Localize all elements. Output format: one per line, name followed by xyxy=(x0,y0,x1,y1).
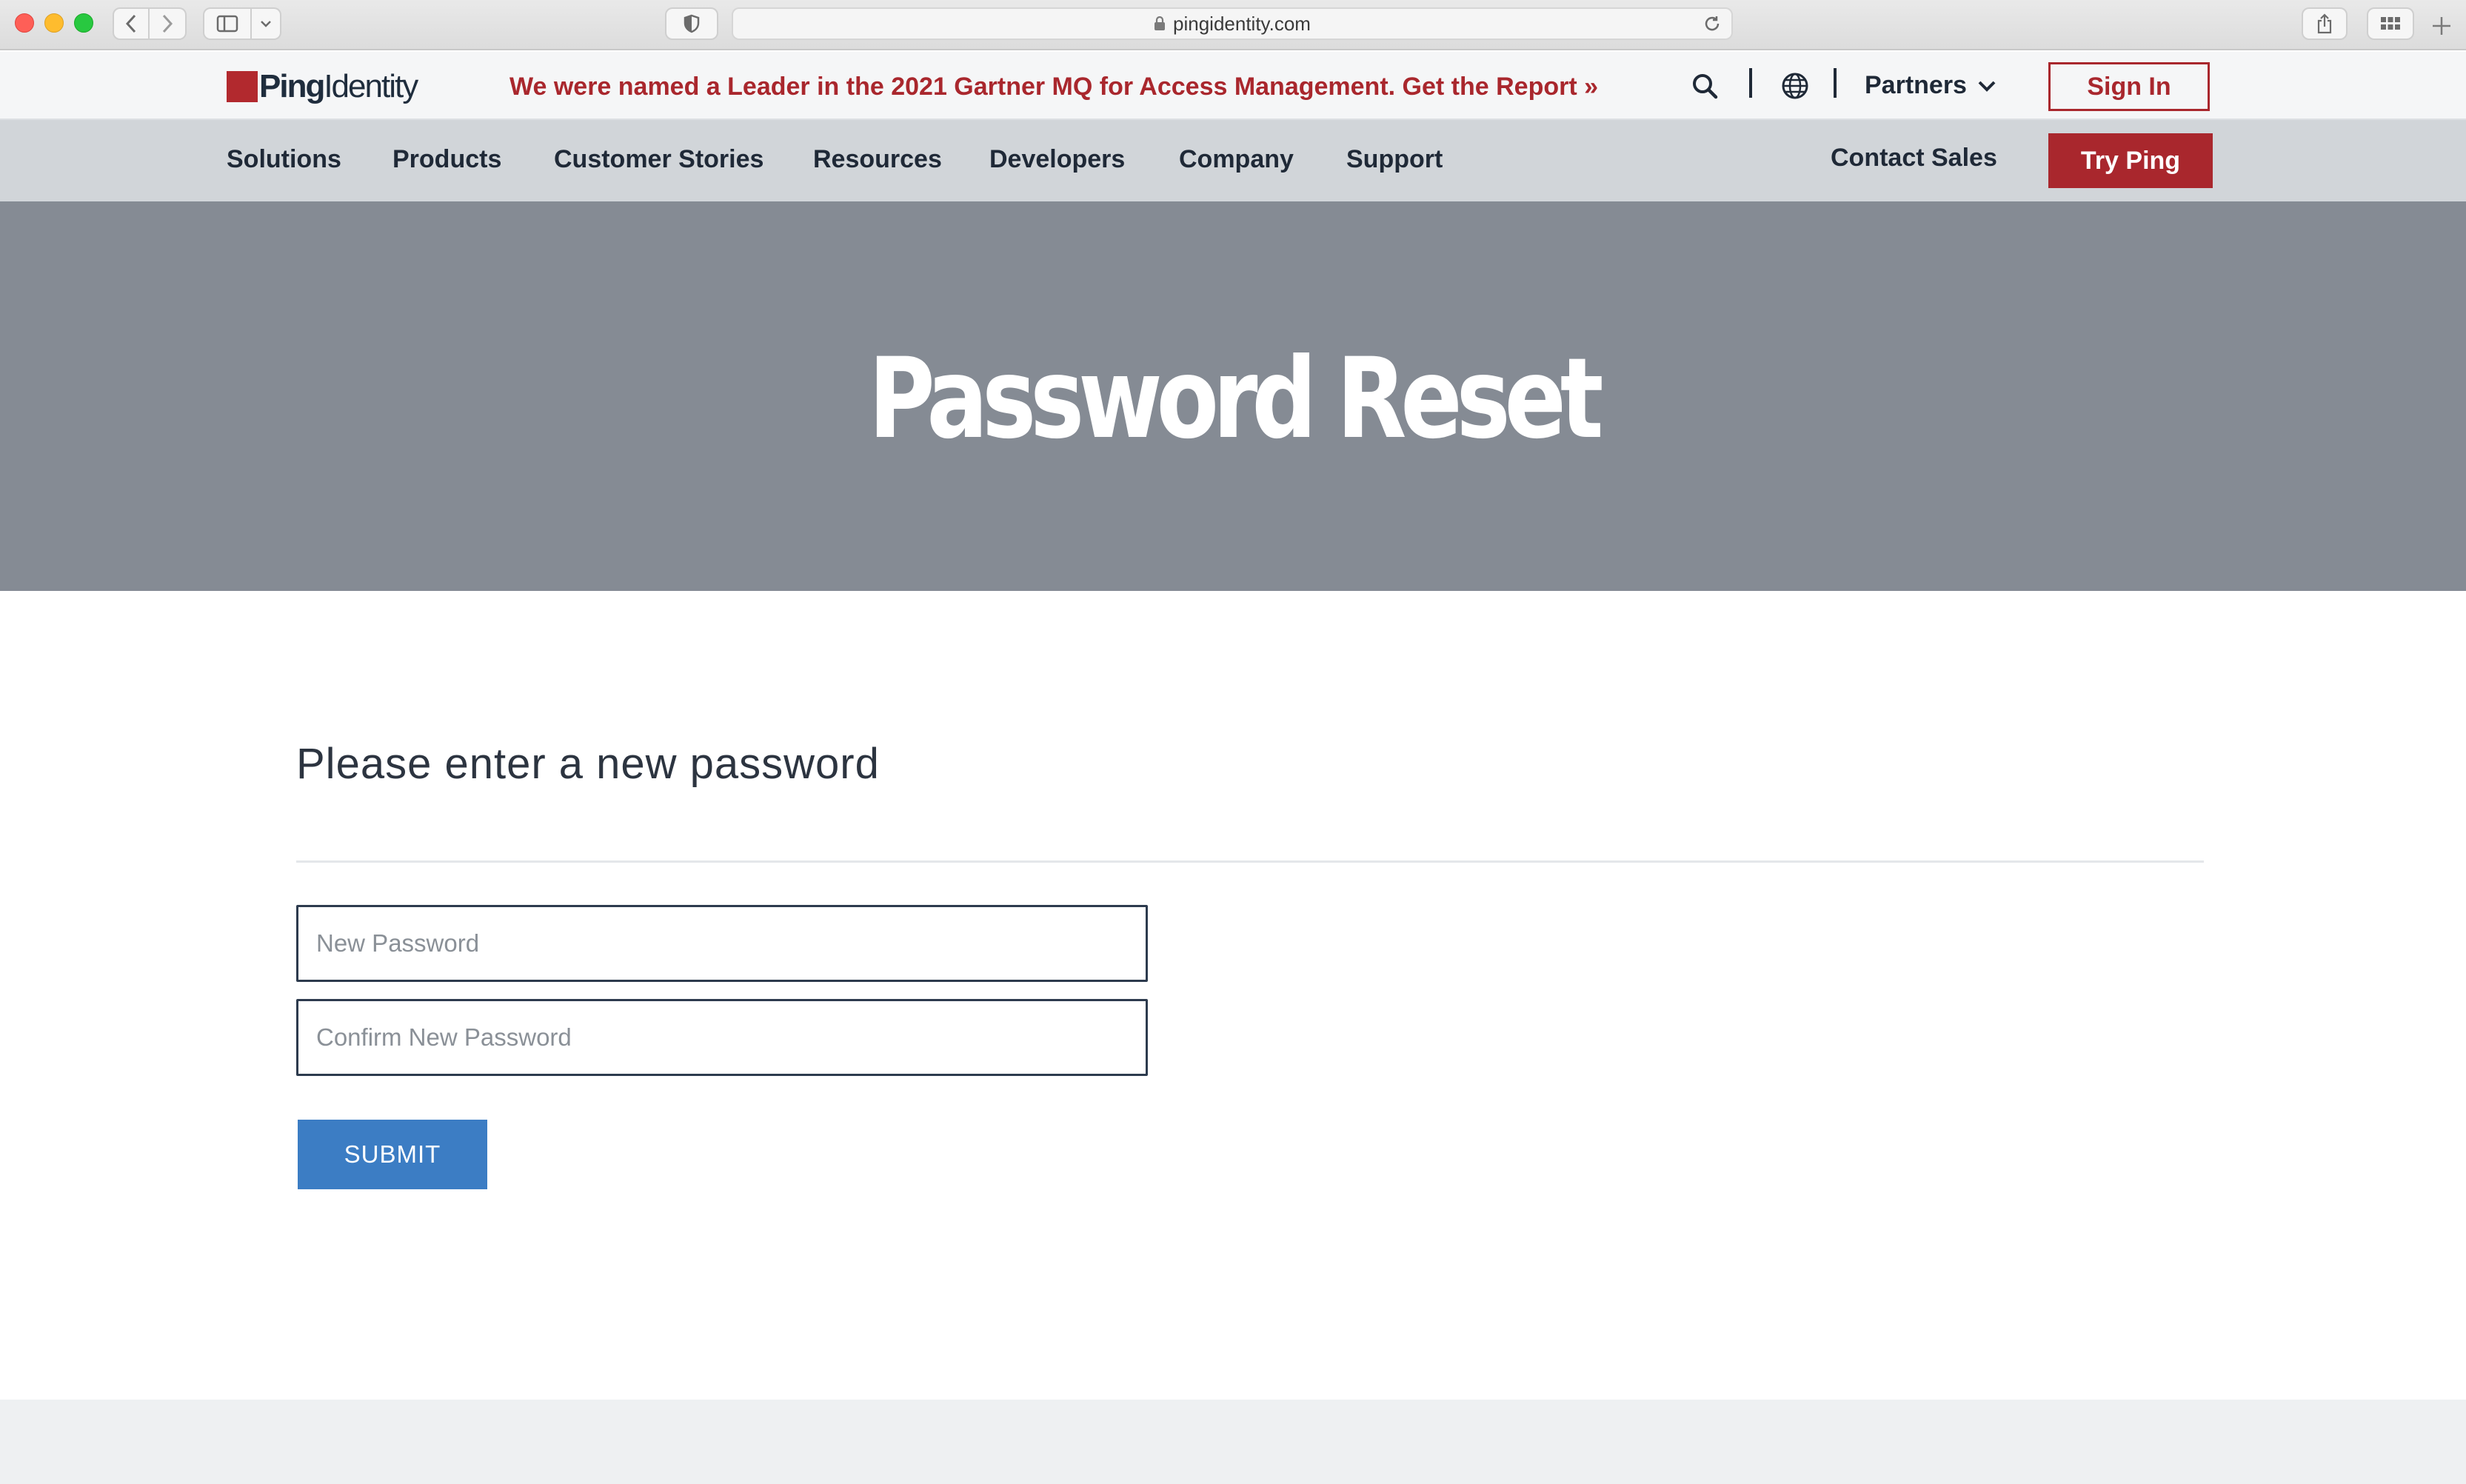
nav-item-support[interactable]: Support xyxy=(1346,145,1443,174)
window-zoom-button[interactable] xyxy=(74,13,93,33)
nav-item-products[interactable]: Products xyxy=(392,145,501,174)
chevron-right-icon xyxy=(162,14,173,33)
gartner-report-link[interactable]: We were named a Leader in the 2021 Gartn… xyxy=(509,73,1598,101)
submit-button[interactable]: SUBMIT xyxy=(298,1120,487,1189)
contact-sales-link[interactable]: Contact Sales xyxy=(1831,144,1997,173)
browser-toolbar: pingidentity.com xyxy=(0,0,2466,50)
chevron-left-icon xyxy=(125,14,136,33)
utility-bar: PingIdentity We were named a Leader in t… xyxy=(0,52,2466,120)
globe-icon xyxy=(1782,73,1808,99)
sidebar-toggle-button[interactable] xyxy=(203,7,252,40)
nav-item-customer-stories[interactable]: Customer Stories xyxy=(554,145,763,174)
nav-item-resources[interactable]: Resources xyxy=(813,145,942,174)
separator xyxy=(1749,68,1752,98)
confirm-password-input[interactable] xyxy=(296,999,1148,1076)
window-close-button[interactable] xyxy=(15,13,34,33)
search-icon xyxy=(1693,74,1718,99)
back-button[interactable] xyxy=(113,7,150,40)
try-ping-button[interactable]: Try Ping xyxy=(2048,133,2213,188)
chevron-down-icon xyxy=(1978,81,1996,92)
language-selector[interactable] xyxy=(1779,70,1811,102)
share-icon xyxy=(2317,13,2332,34)
tab-overview-button[interactable] xyxy=(2367,7,2414,40)
lock-icon xyxy=(1155,16,1166,30)
nav-item-solutions[interactable]: Solutions xyxy=(227,145,341,174)
reload-icon[interactable] xyxy=(1702,13,1722,34)
forward-button[interactable] xyxy=(150,7,187,40)
hero-banner: Password Reset xyxy=(0,201,2466,591)
new-tab-button[interactable] xyxy=(2430,15,2453,41)
chevron-down-icon xyxy=(261,21,271,27)
partners-dropdown[interactable]: Partners xyxy=(1865,71,1996,100)
plus-icon xyxy=(2433,17,2450,35)
form-prompt: Please enter a new password xyxy=(296,740,880,788)
share-button[interactable] xyxy=(2302,7,2348,40)
shield-icon xyxy=(684,14,700,33)
privacy-shield-button[interactable] xyxy=(665,7,718,40)
ping-identity-logo[interactable]: PingIdentity xyxy=(227,68,418,104)
logo-mark xyxy=(227,71,258,102)
separator xyxy=(1834,68,1837,98)
main-navigation: Solutions Products Customer Stories Reso… xyxy=(0,120,2466,201)
sidebar-icon xyxy=(216,15,238,33)
new-password-input[interactable] xyxy=(296,905,1148,982)
sign-in-button[interactable]: Sign In xyxy=(2048,62,2210,111)
url-text: pingidentity.com xyxy=(1173,12,1311,35)
tab-group-dropdown[interactable] xyxy=(252,7,281,40)
window-minimize-button[interactable] xyxy=(44,13,64,33)
partners-label: Partners xyxy=(1865,71,1967,99)
grid-icon xyxy=(2381,17,2400,30)
address-bar[interactable]: pingidentity.com xyxy=(732,7,1733,40)
nav-item-developers[interactable]: Developers xyxy=(989,145,1125,174)
divider xyxy=(296,860,2204,863)
page-title: Password Reset xyxy=(868,335,1604,464)
logo-wordmark: PingIdentity xyxy=(259,68,418,104)
search-button[interactable] xyxy=(1688,70,1721,102)
nav-item-company[interactable]: Company xyxy=(1179,145,1294,174)
footer xyxy=(0,1400,2466,1484)
